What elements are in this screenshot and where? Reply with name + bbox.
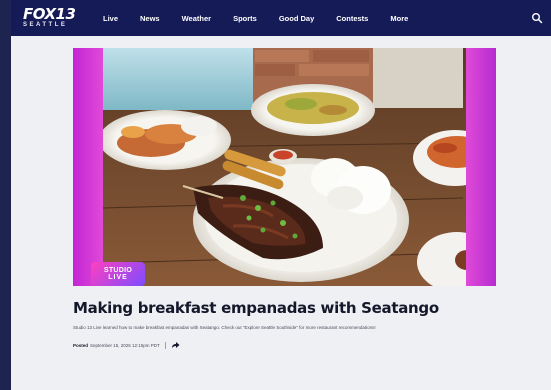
nav-item-news[interactable]: News [140, 14, 160, 23]
nav-item-more[interactable]: More [390, 14, 408, 23]
meta-divider [164, 341, 166, 349]
studio-13-live-badge: STUDIO LIVE [91, 262, 145, 286]
article-summary: Studio 13 Live learned how to make break… [73, 325, 376, 330]
nav-item-sports[interactable]: Sports [233, 14, 257, 23]
posted-label: Posted [73, 342, 89, 348]
posted-date: September 15, 2025 12:15pm PDT [90, 342, 160, 348]
top-navigation: FOX13 SEATTLE Live News Weather Sports G… [11, 0, 551, 36]
nav-item-weather[interactable]: Weather [182, 14, 211, 23]
nav-menu: Live News Weather Sports Good Day Contes… [103, 0, 408, 36]
search-icon[interactable] [531, 12, 543, 24]
badge-studio-text: STUDIO [103, 267, 133, 274]
article-meta: Posted September 15, 2025 12:15pm PDT [73, 341, 180, 349]
nav-item-contests[interactable]: Contests [336, 14, 368, 23]
nav-item-good-day[interactable]: Good Day [279, 14, 314, 23]
share-arrow-icon[interactable] [171, 341, 180, 349]
article-headline: Making breakfast empanadas with Seatango [73, 299, 439, 317]
logo-main-text: FOX13 [23, 5, 76, 23]
hero-image[interactable]: STUDIO LIVE [73, 48, 496, 286]
badge-live-text: LIVE [108, 274, 128, 281]
fox13-logo[interactable]: FOX13 SEATTLE [23, 5, 76, 31]
logo-sub-text: SEATTLE [23, 22, 68, 28]
article-page: STUDIO LIVE Making breakfast empanadas w… [11, 36, 551, 390]
nav-item-live[interactable]: Live [103, 14, 118, 23]
food-photo [73, 48, 496, 286]
